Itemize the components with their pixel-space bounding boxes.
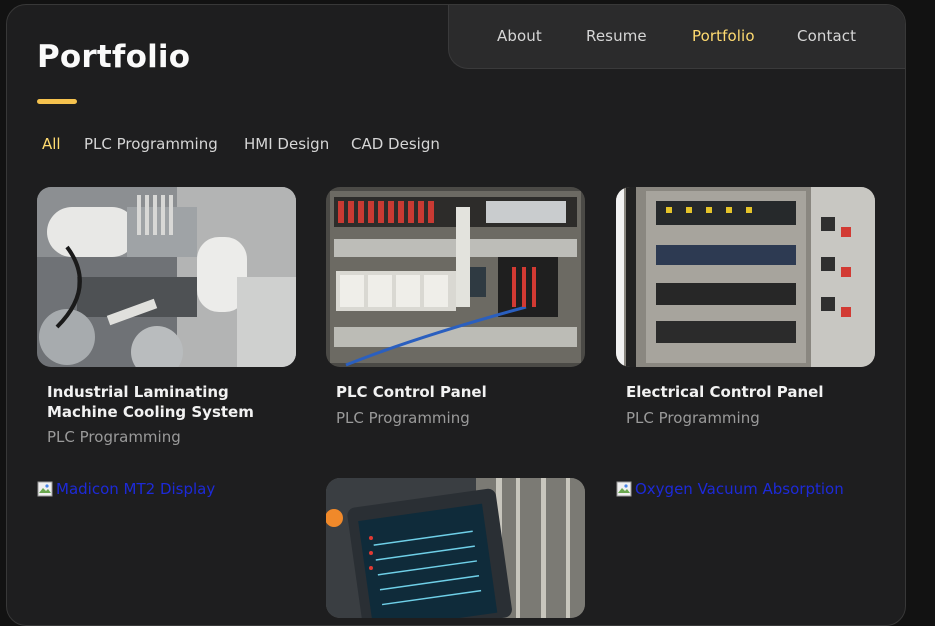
nav-portfolio[interactable]: Portfolio bbox=[692, 27, 755, 45]
filter-all[interactable]: All bbox=[42, 135, 61, 153]
image-alt-text: Oxygen Vacuum Absorption bbox=[635, 480, 844, 498]
title-underline bbox=[37, 99, 77, 104]
broken-image-icon bbox=[616, 481, 632, 497]
project-thumbnail-hmi-display[interactable] bbox=[326, 478, 585, 618]
project-category: PLC Programming bbox=[626, 409, 760, 427]
project-thumbnail-laminating-machine[interactable] bbox=[37, 187, 296, 367]
electrical-panel-photo bbox=[616, 187, 875, 367]
hmi-display-photo bbox=[326, 478, 585, 618]
project-category: PLC Programming bbox=[336, 409, 470, 427]
filter-hmi-design[interactable]: HMI Design bbox=[244, 135, 329, 153]
portfolio-card: About Resume Portfolio Contact Portfolio… bbox=[6, 4, 906, 626]
filter-plc-programming[interactable]: PLC Programming bbox=[84, 135, 218, 153]
project-title[interactable]: Industrial Laminating Machine Cooling Sy… bbox=[47, 382, 297, 422]
nav-resume[interactable]: Resume bbox=[586, 27, 647, 45]
project-thumbnail-broken[interactable]: Madicon MT2 Display bbox=[37, 480, 296, 620]
broken-image-icon bbox=[37, 481, 53, 497]
nav-contact[interactable]: Contact bbox=[797, 27, 856, 45]
project-title[interactable]: PLC Control Panel bbox=[336, 382, 586, 402]
plc-panel-photo bbox=[326, 187, 585, 367]
image-alt-text: Madicon MT2 Display bbox=[56, 480, 216, 498]
project-thumbnail-plc-control-panel[interactable] bbox=[326, 187, 585, 367]
project-thumbnail-broken[interactable]: Oxygen Vacuum Absorption bbox=[616, 480, 875, 620]
project-thumbnail-electrical-control-panel[interactable] bbox=[616, 187, 875, 367]
filter-cad-design[interactable]: CAD Design bbox=[351, 135, 440, 153]
page-title: Portfolio bbox=[37, 39, 191, 75]
project-category: PLC Programming bbox=[47, 428, 181, 446]
laminating-machine-photo bbox=[37, 187, 296, 367]
navbar: About Resume Portfolio Contact bbox=[448, 5, 905, 69]
nav-about[interactable]: About bbox=[497, 27, 542, 45]
project-title[interactable]: Electrical Control Panel bbox=[626, 382, 876, 402]
